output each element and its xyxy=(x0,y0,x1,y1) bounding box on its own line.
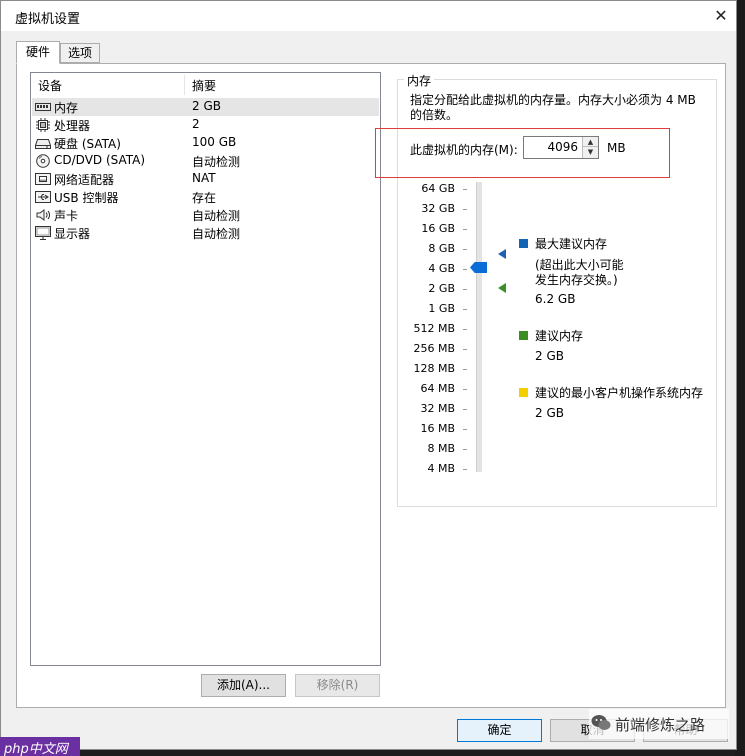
tab-hardware[interactable]: 硬件 xyxy=(16,41,60,64)
device-summary: 2 GB xyxy=(192,99,221,113)
watermark-text: 前端修炼之路 xyxy=(615,716,706,734)
scale-tick xyxy=(463,469,467,470)
column-header-summary[interactable]: 摘要 xyxy=(192,77,216,94)
device-name: 显示器 xyxy=(54,227,91,241)
device-row-harddisk[interactable]: 硬盘 (SATA) 100 GB xyxy=(32,134,379,152)
device-row-network-adapter[interactable]: 网络适配器 NAT xyxy=(32,170,379,188)
recommended-marker-icon xyxy=(498,283,506,293)
device-name: USB 控制器 xyxy=(54,191,119,205)
memory-icon xyxy=(35,103,51,111)
memory-field-label: 此虚拟机的内存(M): xyxy=(410,143,518,157)
window-title: 虚拟机设置 xyxy=(15,12,81,27)
scale-label: 64 MB xyxy=(420,382,455,395)
scale-tick xyxy=(463,249,467,250)
scale-label: 1 GB xyxy=(428,302,455,315)
scale-label: 8 MB xyxy=(427,442,455,455)
scale-tick xyxy=(463,409,467,410)
add-hardware-button[interactable]: 添加(A)... xyxy=(201,674,286,697)
legend-min-guest-swatch xyxy=(519,388,528,397)
max-recommended-marker-icon xyxy=(498,249,506,259)
usb-icon xyxy=(35,191,51,203)
legend-max-note: (超出此大小可能 发生内存交换。) xyxy=(535,258,624,287)
device-name: 处理器 xyxy=(54,119,91,133)
scale-label: 32 MB xyxy=(420,402,455,415)
spin-up-arrow-icon[interactable]: ▲ xyxy=(582,137,598,147)
php-logo-badge: php中文网 xyxy=(0,737,80,756)
processor-icon xyxy=(36,118,50,132)
scale-label: 4 MB xyxy=(427,462,455,475)
remove-hardware-button[interactable]: 移除(R) xyxy=(295,674,380,697)
scale-tick xyxy=(463,189,467,190)
memory-slider-track[interactable] xyxy=(476,182,482,472)
wechat-logo-icon xyxy=(591,715,611,730)
scale-tick xyxy=(463,229,467,230)
php-logo-text: php中文网 xyxy=(4,742,68,756)
device-row-usb-controller[interactable]: USB 控制器 存在 xyxy=(32,188,379,206)
scale-tick xyxy=(463,369,467,370)
device-name: CD/DVD (SATA) xyxy=(54,153,146,167)
device-row-memory[interactable]: 内存 2 GB xyxy=(32,98,379,116)
scale-label: 16 MB xyxy=(420,422,455,435)
device-summary: NAT xyxy=(192,171,216,185)
scale-tick xyxy=(463,309,467,310)
ok-button[interactable]: 确定 xyxy=(457,719,542,742)
legend-recommended-swatch xyxy=(519,331,528,340)
legend-recommended-title: 建议内存 xyxy=(535,329,584,343)
scale-label: 512 MB xyxy=(413,322,455,335)
scale-tick xyxy=(463,269,467,270)
column-separator xyxy=(184,75,185,95)
device-summary: 自动检测 xyxy=(192,155,241,169)
scale-tick xyxy=(463,449,467,450)
legend-max-value: 6.2 GB xyxy=(535,292,576,306)
scale-label: 8 GB xyxy=(428,242,455,255)
scale-tick xyxy=(463,349,467,350)
device-summary: 2 xyxy=(192,117,200,131)
device-summary: 自动检测 xyxy=(192,209,241,223)
scale-label: 64 GB xyxy=(421,182,455,195)
scale-label: 256 MB xyxy=(413,342,455,355)
tab-options[interactable]: 选项 xyxy=(60,43,100,63)
cd-dvd-icon xyxy=(36,154,50,168)
network-adapter-icon xyxy=(35,173,51,185)
device-name: 硬盘 (SATA) xyxy=(54,137,121,151)
scale-label: 32 GB xyxy=(421,202,455,215)
device-name: 网络适配器 xyxy=(54,173,115,187)
device-name: 声卡 xyxy=(54,209,79,223)
scale-label: 2 GB xyxy=(428,282,455,295)
scale-tick xyxy=(463,389,467,390)
legend-max-swatch xyxy=(519,239,528,248)
scale-tick xyxy=(463,429,467,430)
title-bar: 虚拟机设置 ✕ xyxy=(1,1,736,31)
scale-tick xyxy=(463,329,467,330)
scale-label: 16 GB xyxy=(421,222,455,235)
scale-label: 4 GB xyxy=(428,262,455,275)
memory-group-title: 内存 xyxy=(404,72,435,89)
device-row-processor[interactable]: 处理器 2 xyxy=(32,116,379,134)
device-row-cd-dvd[interactable]: CD/DVD (SATA) 自动检测 xyxy=(32,152,379,170)
vm-settings-dialog: 虚拟机设置 ✕ 硬件 选项 设备 摘要 内存 2 GB 处理器 2 硬盘 (SA… xyxy=(0,0,737,750)
harddisk-icon xyxy=(35,139,51,149)
legend-min-guest-value: 2 GB xyxy=(535,406,564,420)
memory-size-input[interactable]: 4096 ▲ ▼ xyxy=(523,136,599,159)
legend-min-guest-title: 建议的最小客户机操作系统内存 xyxy=(535,386,704,400)
scale-tick xyxy=(463,209,467,210)
display-icon xyxy=(35,226,51,240)
device-summary: 存在 xyxy=(192,191,217,205)
sound-card-icon xyxy=(36,209,50,221)
memory-description: 指定分配给此虚拟机的内存量。内存大小必须为 4 MB 的倍数。 xyxy=(410,93,696,122)
memory-size-value[interactable]: 4096 xyxy=(547,140,578,154)
device-name: 内存 xyxy=(54,101,79,115)
device-row-display[interactable]: 显示器 自动检测 xyxy=(32,224,379,242)
device-summary: 自动检测 xyxy=(192,227,241,241)
legend-recommended-value: 2 GB xyxy=(535,349,564,363)
legend-max-title: 最大建议内存 xyxy=(535,237,608,251)
device-summary: 100 GB xyxy=(192,135,237,149)
column-header-device[interactable]: 设备 xyxy=(38,77,62,94)
spin-down-arrow-icon[interactable]: ▼ xyxy=(582,147,598,158)
close-button[interactable]: ✕ xyxy=(706,3,736,29)
memory-unit-label: MB xyxy=(607,141,626,155)
device-row-sound-card[interactable]: 声卡 自动检测 xyxy=(32,206,379,224)
scale-tick xyxy=(463,289,467,290)
scale-label: 128 MB xyxy=(413,362,455,375)
